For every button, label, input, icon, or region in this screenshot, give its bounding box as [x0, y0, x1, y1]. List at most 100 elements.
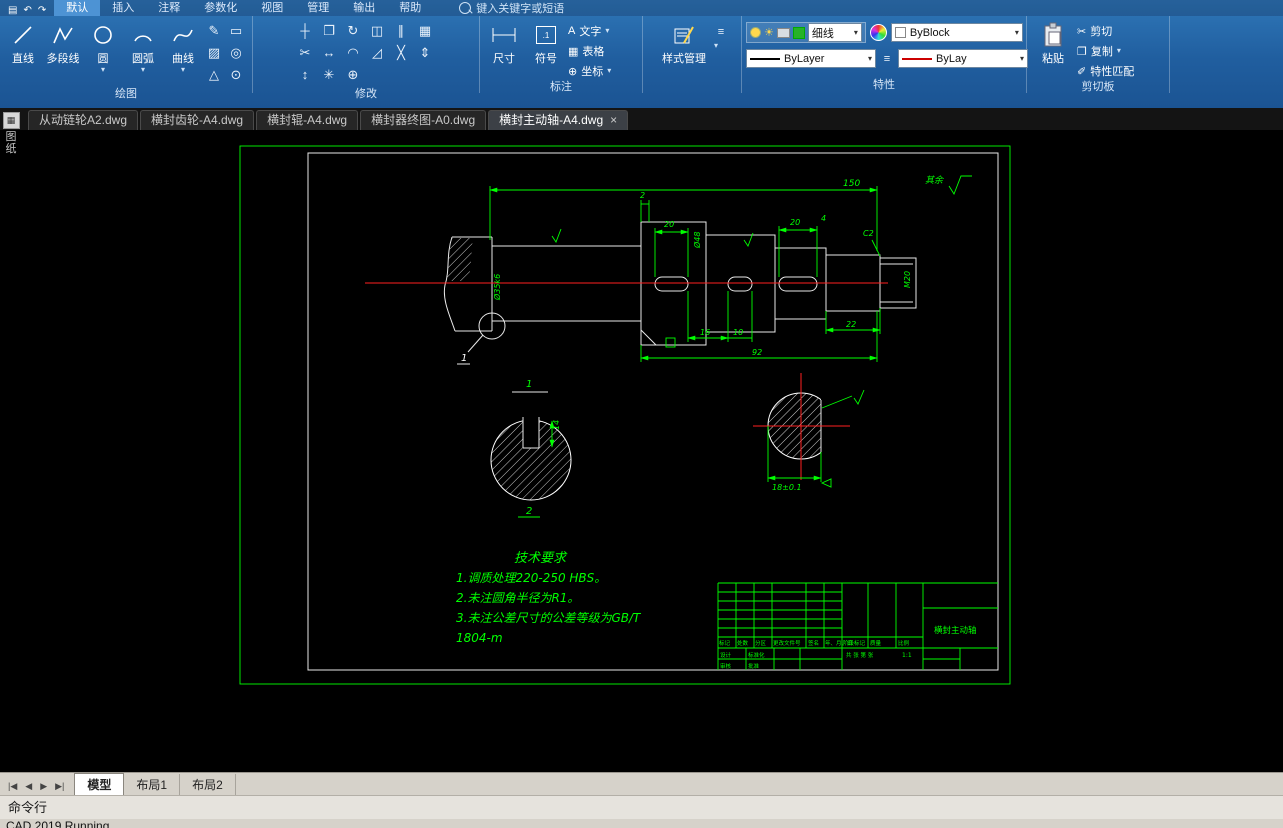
- drawing-svg: 其余 1 150 2 20 20 4 C2 Ø35k6 Ø48 M20 16 1…: [239, 145, 1011, 685]
- copy-button[interactable]: ❐ 复制 ▾: [1077, 42, 1134, 60]
- chevron-down-icon: ▾: [1116, 46, 1121, 55]
- save-icon[interactable]: ▤: [8, 5, 17, 16]
- undo-icon[interactable]: ↶: [23, 5, 31, 16]
- prev-tab-icon[interactable]: ◀: [25, 781, 32, 792]
- symbol-button[interactable]: .1 符号: [526, 19, 566, 66]
- chevron-down-icon: ▾: [605, 26, 610, 35]
- dimension-button[interactable]: 尺寸: [484, 19, 524, 66]
- menu-bar: ▤ ↶ ↷ 默认 插入 注释 参数化 视图 管理 输出 帮助 键入关键字或短语: [0, 0, 1283, 16]
- scale-icon[interactable]: ⇕: [415, 43, 435, 63]
- keyway-slot-3: [778, 276, 818, 292]
- array-icon[interactable]: ▦: [415, 21, 435, 41]
- menu-tab-parametric[interactable]: 参数化: [192, 0, 249, 16]
- polygon-icon[interactable]: △: [204, 65, 224, 85]
- close-icon[interactable]: ×: [610, 113, 617, 127]
- rectangle-icon[interactable]: ▭: [226, 21, 246, 41]
- tab-model[interactable]: 模型: [74, 773, 125, 795]
- arc-button[interactable]: 圆弧 ▾: [124, 19, 162, 74]
- model-space-canvas[interactable]: 其余 1 150 2 20 20 4 C2 Ø35k6 Ø48 M20 16 1…: [0, 130, 1283, 772]
- paste-button[interactable]: 粘贴: [1031, 19, 1075, 66]
- spline-button[interactable]: 曲线 ▾: [164, 19, 202, 74]
- sun-icon[interactable]: ☀: [764, 26, 774, 39]
- ribbon-search[interactable]: 键入关键字或短语: [459, 0, 564, 16]
- ribbon-body: 直线 多段线 圆 ▾ 圆弧 ▾ 曲线 ▾ ✎ ▭ ▨ ◎ △ ⊙ 绘图 ┼ ❐ …: [0, 16, 1283, 100]
- panel-label-properties[interactable]: 特性: [742, 78, 1026, 93]
- menu-tab-insert[interactable]: 插入: [100, 0, 146, 16]
- menu-tab-help[interactable]: 帮助: [387, 0, 433, 16]
- explode-icon[interactable]: ✳: [319, 65, 339, 85]
- panel-label-draw[interactable]: 绘图: [0, 87, 252, 101]
- tab-layout2[interactable]: 布局2: [180, 774, 236, 795]
- polyline-button[interactable]: 多段线: [44, 19, 82, 66]
- symbol-icon: .1: [536, 26, 556, 44]
- chamfer-icon[interactable]: ◿: [367, 43, 387, 63]
- coordinate-button[interactable]: ⊕ 坐标 ▾: [568, 62, 611, 80]
- fillet-icon[interactable]: ◠: [343, 43, 363, 63]
- app-window: ▤ ↶ ↷ 默认 插入 注释 参数化 视图 管理 输出 帮助 键入关键字或短语: [0, 0, 1283, 828]
- sheet-palette-tab[interactable]: ▦ 图 纸: [1, 112, 21, 155]
- tb-hdr-3: 分区: [755, 639, 767, 647]
- circle-button[interactable]: 圆 ▾: [84, 19, 122, 74]
- menu-tab-annotate[interactable]: 注释: [146, 0, 192, 16]
- donut-icon[interactable]: ◎: [226, 43, 246, 63]
- file-tab-bar: 从动链轮A2.dwg 横封齿轮-A4.dwg 横封辊-A4.dwg 横封器终图-…: [0, 108, 1283, 130]
- move-icon[interactable]: ┼: [295, 21, 315, 41]
- file-tab-active[interactable]: 横封主动轴-A4.dwg ×: [488, 110, 629, 130]
- menu-tab-output[interactable]: 输出: [341, 0, 387, 16]
- tb-role-1: 设计: [720, 651, 732, 659]
- chevron-down-icon: ▾: [1019, 54, 1024, 63]
- section-2-label: 2: [526, 506, 532, 517]
- sketch-icon[interactable]: ✎: [204, 21, 224, 41]
- file-tab-2[interactable]: 横封齿轮-A4.dwg: [140, 110, 255, 130]
- tech-line-2: 2.未注圆角半径为R1。: [456, 591, 579, 605]
- hatch-icon[interactable]: ▨: [204, 43, 224, 63]
- last-tab-icon[interactable]: ▶|: [55, 781, 64, 792]
- panel-label-modify[interactable]: 修改: [253, 87, 479, 101]
- file-tab-4[interactable]: 横封器终图-A0.dwg: [360, 110, 487, 130]
- next-tab-icon[interactable]: ▶: [40, 781, 47, 792]
- surface-note: 其余: [925, 175, 944, 186]
- list-icon[interactable]: ≡: [714, 25, 728, 39]
- style-manager-button[interactable]: 样式管理: [656, 19, 712, 66]
- point-icon[interactable]: ⊙: [226, 65, 246, 85]
- file-tab-1[interactable]: 从动链轮A2.dwg: [28, 110, 139, 130]
- chevron-down-icon: ▾: [140, 65, 145, 74]
- linetype-list-icon[interactable]: ≡: [880, 52, 894, 66]
- rotate-icon[interactable]: ↻: [343, 21, 363, 41]
- panel-label-clipboard[interactable]: 剪切板: [1027, 80, 1169, 94]
- join-icon[interactable]: ⊕: [343, 65, 363, 85]
- color-wheel-icon[interactable]: [869, 24, 887, 41]
- extend-icon[interactable]: ↔: [319, 43, 339, 63]
- stretch-icon[interactable]: ↕: [295, 65, 315, 85]
- lightbulb-icon[interactable]: [750, 27, 761, 38]
- menu-tab-view[interactable]: 视图: [249, 0, 295, 16]
- linestyle-dropdown[interactable]: ByLay ▾: [898, 49, 1028, 68]
- tb-mass: 质量: [870, 639, 882, 647]
- chevron-down-icon[interactable]: ▾: [714, 42, 728, 50]
- match-properties-button[interactable]: ✐ 特性匹配: [1077, 62, 1134, 80]
- offset-icon[interactable]: ∥: [391, 21, 411, 41]
- arc-icon: [132, 21, 154, 49]
- layer-color-swatch[interactable]: [792, 26, 805, 39]
- panel-label-annotate[interactable]: 标注: [480, 80, 642, 94]
- menu-tab-manage[interactable]: 管理: [295, 0, 341, 16]
- erase-icon[interactable]: ╳: [391, 43, 411, 63]
- menu-tab-default[interactable]: 默认: [54, 0, 101, 16]
- tab-layout1[interactable]: 布局1: [124, 774, 181, 795]
- lineweight-dropdown[interactable]: 细线 ▾: [807, 23, 862, 42]
- trim-icon[interactable]: ✂: [295, 43, 315, 63]
- color-dropdown[interactable]: ByBlock ▾: [890, 23, 1023, 42]
- text-button[interactable]: A 文字 ▾: [568, 22, 611, 40]
- mirror-icon[interactable]: ◫: [367, 21, 387, 41]
- first-tab-icon[interactable]: |◀: [8, 781, 17, 792]
- file-tab-3[interactable]: 横封辊-A4.dwg: [256, 110, 359, 130]
- cut-button[interactable]: ✂ 剪切: [1077, 22, 1134, 40]
- printer-icon[interactable]: [776, 27, 790, 38]
- line-button[interactable]: 直线: [4, 19, 42, 66]
- copy-icon[interactable]: ❐: [319, 21, 339, 41]
- table-button[interactable]: ▦ 表格: [568, 42, 611, 60]
- linetype-dropdown[interactable]: ByLayer ▾: [746, 49, 876, 68]
- redo-icon[interactable]: ↷: [38, 5, 46, 16]
- command-line[interactable]: 命令行: [0, 795, 1283, 819]
- dim-c2: C2: [863, 229, 874, 238]
